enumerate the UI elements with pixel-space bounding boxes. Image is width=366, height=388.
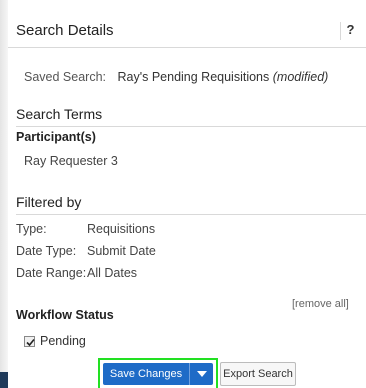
- filter-value: Submit Date: [87, 244, 156, 258]
- filter-label: Date Type:: [16, 244, 77, 258]
- saved-search-status: (modified): [272, 70, 329, 84]
- save-changes-highlight: Save Changes: [98, 358, 218, 388]
- search-details-panel: Search Details ? Saved Search: Ray's Pen…: [0, 0, 366, 388]
- filter-value: Requisitions: [87, 222, 156, 236]
- workflow-status-label: Workflow Status: [16, 308, 114, 322]
- filter-row-date-range: Date Range:All Dates: [16, 266, 137, 280]
- chevron-down-icon: [196, 371, 207, 377]
- filter-label: Date Range:: [16, 266, 87, 280]
- remove-all-link[interactable]: [remove all]: [292, 298, 349, 310]
- search-terms-header: Search Terms: [16, 106, 366, 127]
- saved-search-label: Saved Search:: [24, 70, 106, 84]
- panel-header: Search Details ?: [8, 8, 366, 48]
- save-changes-button[interactable]: Save Changes: [103, 363, 189, 385]
- workflow-status-pending[interactable]: Pending: [24, 334, 86, 348]
- background-corner: [0, 372, 8, 388]
- participants-label: Participant(s): [16, 130, 96, 144]
- export-search-button[interactable]: Export Search: [220, 362, 296, 386]
- saved-search-line: Saved Search: Ray's Pending Requisitions…: [24, 70, 328, 84]
- filter-row-type: Type: Requisitions: [16, 222, 155, 236]
- search-details-card: Search Details ? Saved Search: Ray's Pen…: [8, 8, 366, 388]
- participant-value: Ray Requester 3: [24, 154, 118, 168]
- panel-title: Search Details: [16, 22, 114, 39]
- filter-row-date-type: Date Type: Submit Date: [16, 244, 156, 258]
- save-options-dropdown[interactable]: [189, 363, 213, 385]
- pending-checkbox[interactable]: [24, 335, 35, 347]
- filtered-by-header: Filtered by: [16, 194, 366, 215]
- pending-label: Pending: [40, 334, 86, 348]
- panel-shadow-edge: [0, 0, 8, 388]
- checkmark-icon: [26, 338, 35, 346]
- saved-search-name: Ray's Pending Requisitions: [117, 70, 270, 84]
- help-button[interactable]: ?: [340, 22, 360, 40]
- filter-value: All Dates: [87, 266, 138, 280]
- filter-label: Type:: [16, 222, 47, 236]
